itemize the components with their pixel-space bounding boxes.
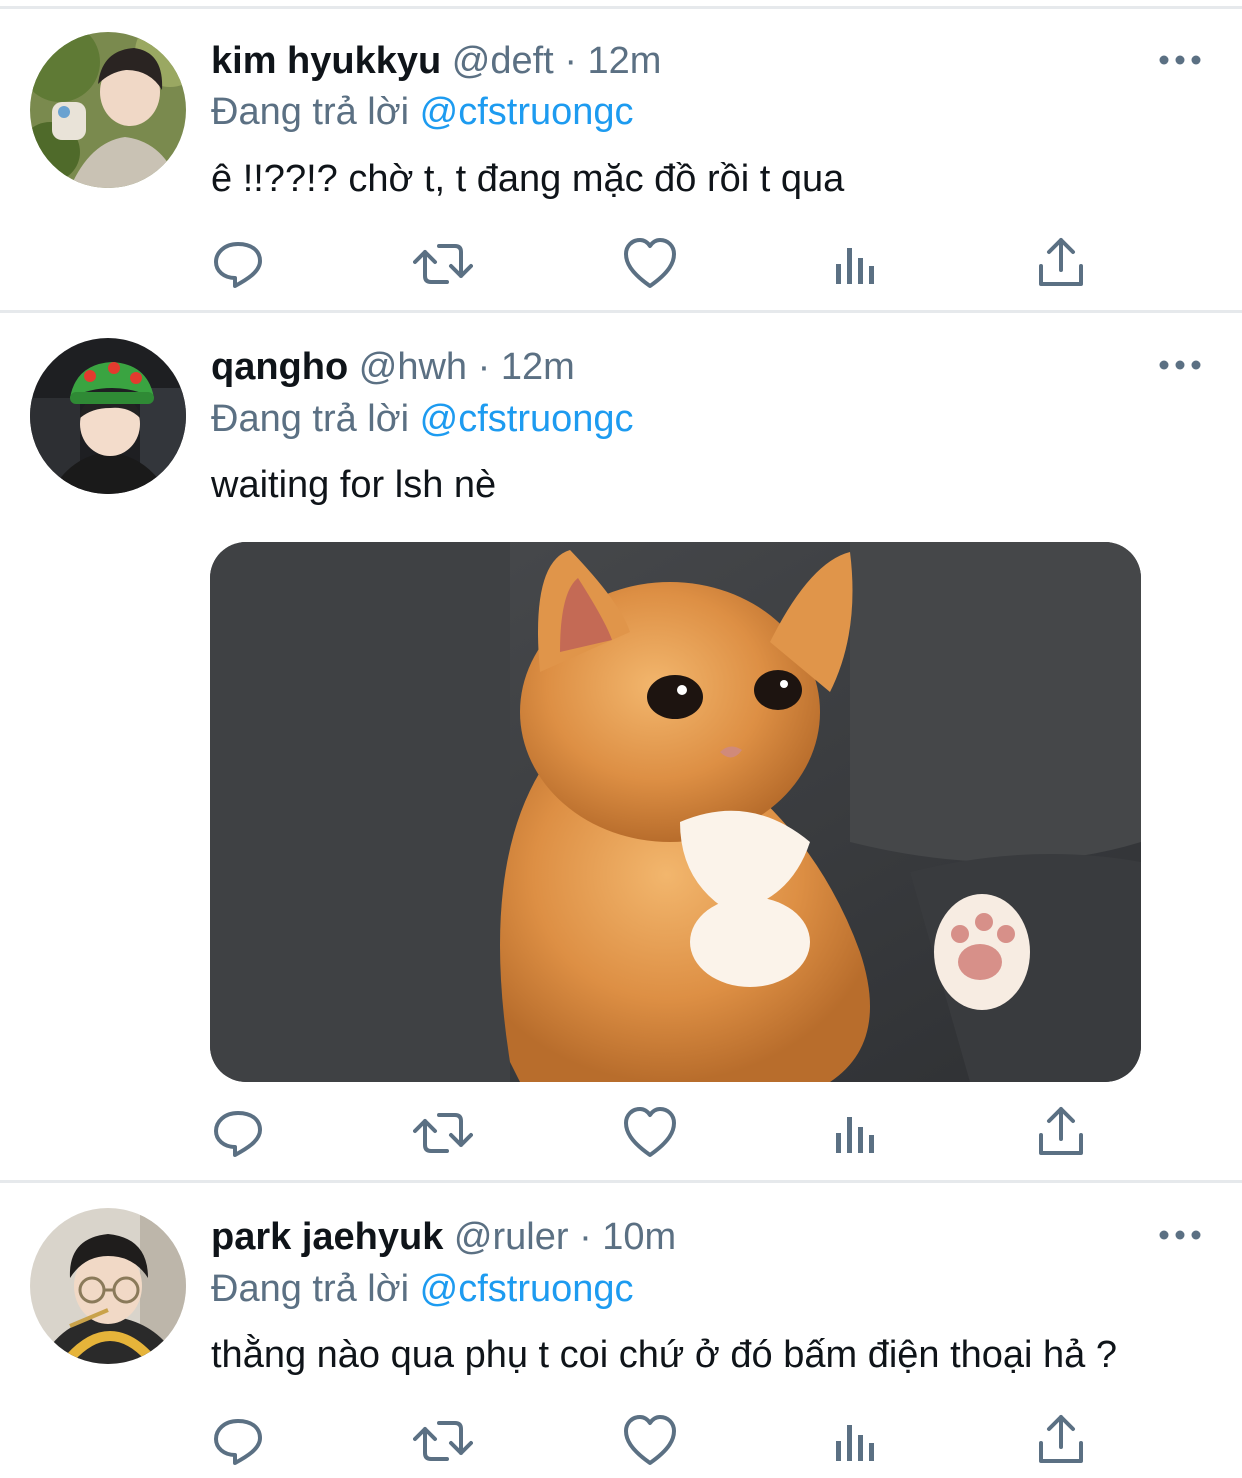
tweet-header: park jaehyuk @ruler · 10m (211, 1215, 676, 1259)
tweet-header: qangho @hwh · 12m (211, 345, 575, 389)
action-bar (0, 234, 1242, 294)
separator: · (564, 40, 577, 82)
reply-button[interactable] (208, 1411, 268, 1471)
reply-prefix: Đang trả lời (211, 91, 410, 133)
share-button[interactable] (1031, 1103, 1091, 1163)
timestamp[interactable]: 12m (501, 346, 575, 388)
tweet-text: thằng nào qua phụ t coi chứ ở đó bấm điệ… (211, 1334, 1118, 1376)
like-button[interactable] (620, 1411, 680, 1471)
action-bar (0, 1103, 1242, 1163)
share-icon (1031, 1103, 1091, 1163)
like-button[interactable] (620, 1103, 680, 1163)
like-icon (620, 1103, 680, 1163)
reply-prefix: Đang trả lời (211, 398, 410, 440)
separator: · (579, 1216, 592, 1258)
tweet-2[interactable]: qangho @hwh · 12m Đang trả lời @cfstruon… (0, 313, 1242, 1180)
reply-prefix: Đang trả lời (211, 1268, 410, 1310)
tweet-text: waiting for lsh nè (211, 464, 497, 506)
avatar[interactable] (30, 32, 186, 188)
like-icon (620, 1411, 680, 1471)
reply-icon (208, 1411, 268, 1471)
tweet-header: kim hyukkyu @deft · 12m (211, 39, 661, 83)
handle[interactable]: @ruler (454, 1216, 569, 1258)
display-name[interactable]: park jaehyuk (211, 1216, 443, 1258)
more-options-icon[interactable] (1158, 50, 1202, 70)
tweet-text: ê !!??!? chờ t, t đang mặc đồ rồi t qua (211, 158, 845, 200)
display-name[interactable]: kim hyukkyu (211, 40, 441, 82)
share-icon (1031, 1411, 1091, 1471)
share-button[interactable] (1031, 1411, 1091, 1471)
handle[interactable]: @deft (452, 40, 554, 82)
avatar[interactable] (30, 1208, 186, 1364)
more-options-icon[interactable] (1158, 355, 1202, 375)
retweet-icon (413, 1411, 473, 1471)
handle[interactable]: @hwh (359, 346, 467, 388)
analytics-button[interactable] (826, 1411, 886, 1471)
retweet-button[interactable] (413, 1103, 473, 1163)
tweet-3[interactable]: park jaehyuk @ruler · 10m Đang trả lời @… (0, 1183, 1242, 1478)
tweet-1[interactable]: kim hyukkyu @deft · 12m Đang trả lời @cf… (0, 0, 1242, 310)
retweet-button[interactable] (413, 1411, 473, 1471)
analytics-icon (826, 234, 886, 294)
separator: · (477, 346, 491, 388)
reply-context: Đang trả lời @cfstruongc (211, 90, 634, 134)
tweet-media-image[interactable] (210, 542, 1141, 1082)
reply-mention[interactable]: @cfstruongc (420, 1268, 634, 1310)
reply-mention[interactable]: @cfstruongc (420, 91, 634, 133)
analytics-icon (826, 1103, 886, 1163)
timestamp[interactable]: 10m (602, 1216, 676, 1258)
analytics-icon (826, 1411, 886, 1471)
reply-context: Đang trả lời @cfstruongc (211, 397, 634, 441)
retweet-button[interactable] (413, 234, 473, 294)
reply-icon (208, 234, 268, 294)
display-name[interactable]: qangho (211, 346, 348, 388)
reply-icon (208, 1103, 268, 1163)
action-bar (0, 1411, 1242, 1471)
retweet-icon (413, 234, 473, 294)
like-icon (620, 234, 680, 294)
reply-context: Đang trả lời @cfstruongc (211, 1267, 634, 1311)
timestamp[interactable]: 12m (588, 40, 662, 82)
share-icon (1031, 234, 1091, 294)
analytics-button[interactable] (826, 1103, 886, 1163)
analytics-button[interactable] (826, 234, 886, 294)
reply-button[interactable] (208, 234, 268, 294)
avatar[interactable] (30, 338, 186, 494)
share-button[interactable] (1031, 234, 1091, 294)
retweet-icon (413, 1103, 473, 1163)
reply-button[interactable] (208, 1103, 268, 1163)
reply-mention[interactable]: @cfstruongc (420, 398, 634, 440)
like-button[interactable] (620, 234, 680, 294)
more-options-icon[interactable] (1158, 1225, 1202, 1245)
